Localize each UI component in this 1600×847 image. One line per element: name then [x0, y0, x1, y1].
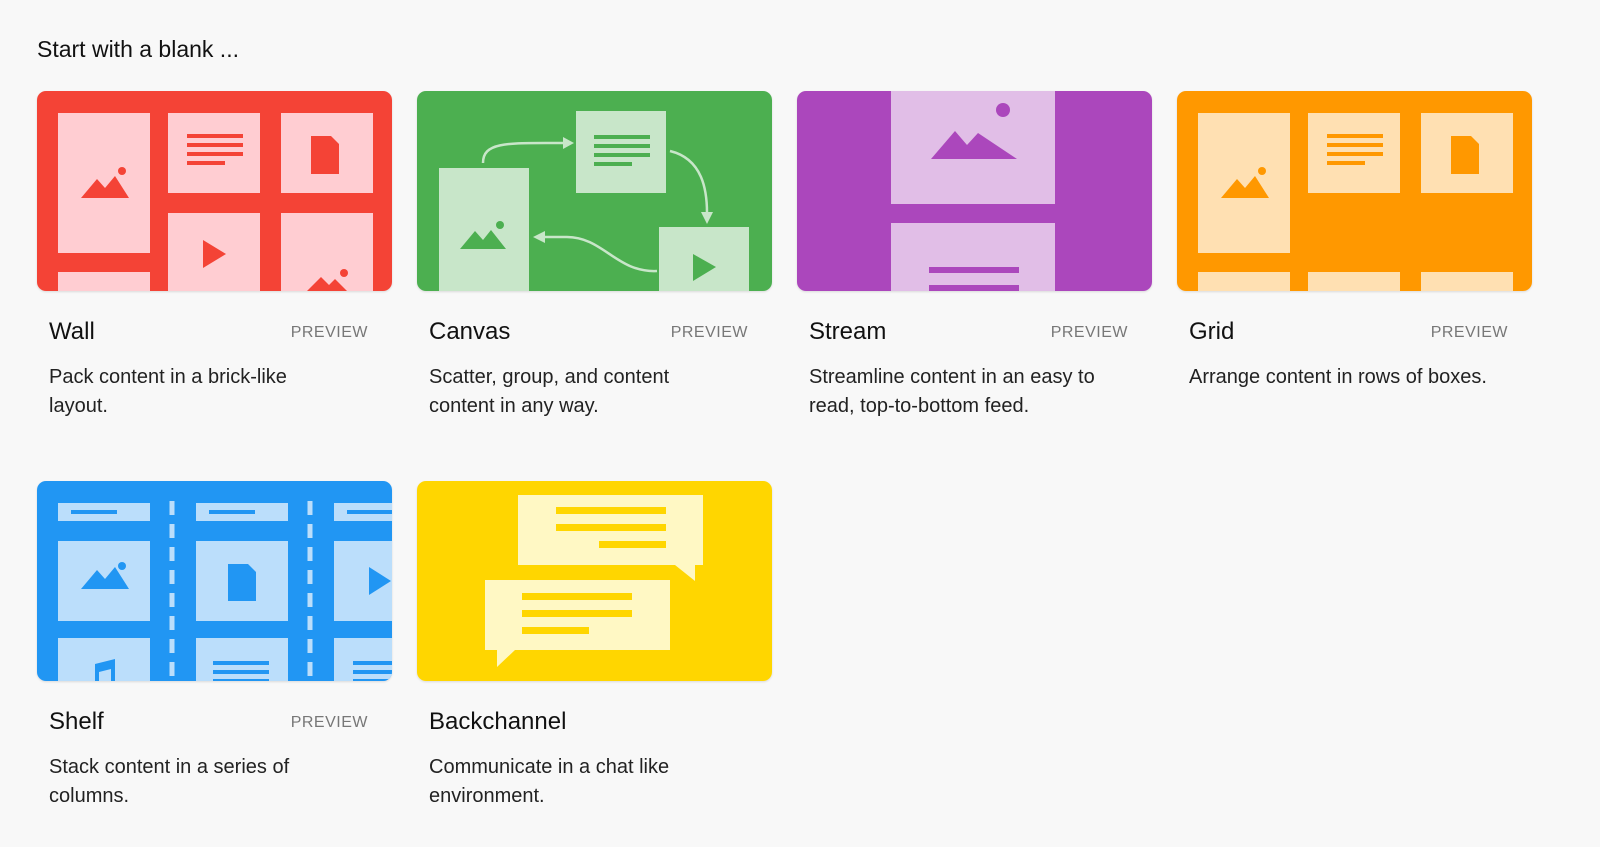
grid-thumbnail[interactable]: [1177, 91, 1532, 291]
file-icon: [228, 564, 256, 601]
card-title: Wall: [49, 318, 95, 345]
card-title: Grid: [1189, 318, 1235, 345]
preview-badge: PREVIEW: [290, 324, 368, 341]
card-description: Streamline content in an easy to read, t…: [809, 366, 1095, 417]
wall-thumbnail[interactable]: [37, 91, 392, 291]
preview-badge: PREVIEW: [670, 324, 748, 341]
wall-card[interactable]: Wall PREVIEW Pack content in a brick-lik…: [37, 91, 392, 431]
card-title: Canvas: [429, 318, 511, 345]
canvas-thumbnail[interactable]: [417, 91, 772, 291]
shelf-card[interactable]: Shelf PREVIEW Stack content in a series …: [37, 481, 392, 821]
backchannel-card[interactable]: Backchannel Communicate in a chat like e…: [417, 481, 772, 821]
file-icon: [1451, 136, 1479, 174]
preview-badge: PREVIEW: [290, 714, 368, 731]
card-description: Stack content in a series of columns.: [49, 756, 290, 807]
card-title: Stream: [809, 318, 887, 345]
shelf-thumbnail[interactable]: [37, 481, 392, 681]
stream-card[interactable]: Stream PREVIEW Streamline content in an …: [797, 91, 1152, 431]
card-title: Backchannel: [429, 708, 567, 735]
stream-thumbnail[interactable]: [797, 91, 1152, 291]
preview-badge: PREVIEW: [1050, 324, 1128, 341]
file-icon: [311, 136, 339, 174]
grid-card[interactable]: Grid PREVIEW Arrange content in rows of …: [1177, 91, 1532, 431]
page-heading: Start with a blank ...: [37, 36, 239, 62]
canvas-card[interactable]: Canvas PREVIEW Scatter, group, and conte…: [417, 91, 772, 431]
card-description: Communicate in a chat like environment.: [429, 756, 670, 807]
card-description: Arrange content in rows of boxes.: [1189, 366, 1487, 388]
preview-badge: PREVIEW: [1430, 324, 1508, 341]
backchannel-thumbnail[interactable]: [417, 481, 772, 681]
card-title: Shelf: [49, 708, 104, 735]
card-description: Pack content in a brick-like layout.: [49, 366, 287, 417]
card-description: Scatter, group, and content content in a…: [429, 366, 670, 417]
